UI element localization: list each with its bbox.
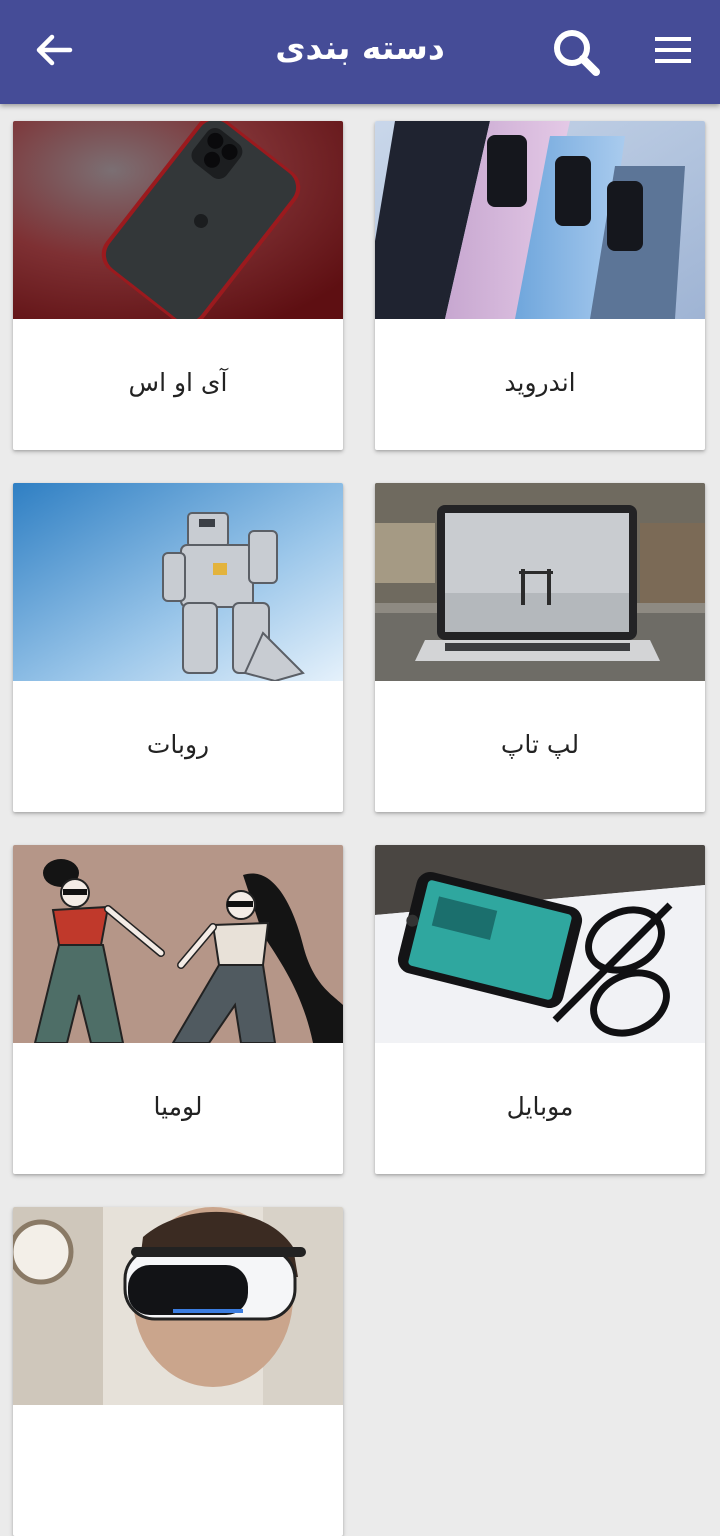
category-label: موبایل [506,1092,574,1121]
category-label: لپ تاپ [500,730,580,759]
category-card-laptop[interactable]: لپ تاپ [375,483,705,812]
category-label: لومیا [153,1092,203,1121]
android-phones-image [375,121,705,319]
lumia-illustration-image [13,845,343,1043]
category-card-vr[interactable] [13,1207,343,1536]
iphone-image [13,121,343,319]
vr-headset-image [13,1207,343,1405]
category-card-robot[interactable]: روبات [13,483,343,812]
category-label: روبات [146,730,210,759]
category-card-mobile[interactable]: موبایل [375,845,705,1174]
hamburger-menu-icon[interactable] [652,30,694,70]
mobile-image [375,845,705,1043]
category-card-lumia[interactable]: لومیا [13,845,343,1174]
laptop-image [375,483,705,681]
robot-image [13,483,343,681]
search-icon[interactable] [550,26,602,78]
page-title: دسته بندی [275,28,445,67]
category-card-android[interactable]: اندروید [375,121,705,450]
category-label: اندروید [504,368,576,397]
category-card-ios[interactable]: آی او اس [13,121,343,450]
app-bar: دسته بندی [0,0,720,104]
category-label: آی او اس [128,368,228,397]
